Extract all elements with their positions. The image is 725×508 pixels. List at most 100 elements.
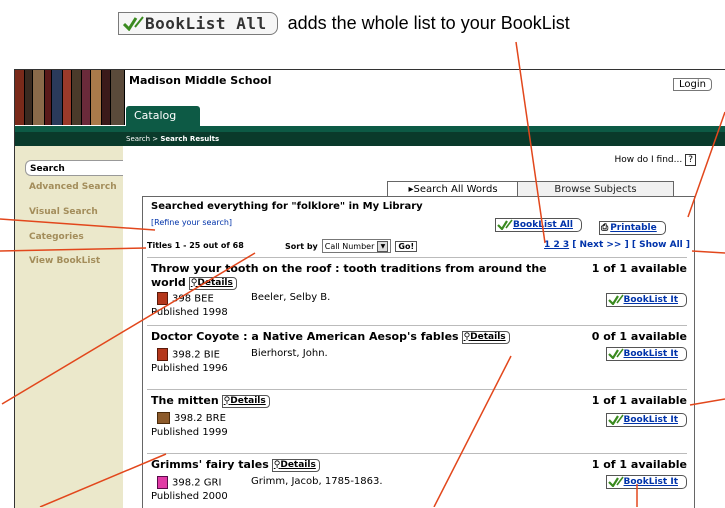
call-number: 398.2 BRE — [157, 412, 226, 424]
call-number: 398.2 GRI — [157, 476, 221, 489]
breadcrumb: Search > Search Results — [126, 132, 219, 146]
details-button[interactable]: ⚲ Details — [188, 276, 237, 290]
sidebar-item-view-booklist[interactable]: View BookList — [29, 256, 100, 266]
next-link[interactable]: [ Next >> ] — [572, 240, 628, 250]
tab-search-all-words-label: Search All Words — [413, 184, 498, 195]
item-title[interactable]: The mitten — [151, 394, 219, 407]
show-all-link[interactable]: [ Show All ] — [632, 240, 690, 250]
item-title-block: Throw your tooth on the roof : tooth tra… — [151, 262, 581, 290]
call-number-value: 398 BEE — [172, 293, 214, 305]
booklist-it-label: BookList It — [623, 476, 678, 487]
booklist-it-label: BookList It — [623, 294, 678, 305]
availability: 1 of 1 available — [591, 394, 687, 407]
list-item: Doctor Coyote : a Native American Aesop'… — [147, 325, 687, 388]
booklist-it-wrap: BookList It — [605, 472, 687, 491]
page-links[interactable]: 1 2 3 — [544, 240, 569, 250]
chevron-down-icon: ▼ — [377, 240, 389, 252]
booklist-it-button[interactable]: BookList It — [605, 412, 687, 427]
breadcrumb-current: Search Results — [160, 135, 220, 143]
checkmark-pen-icon — [497, 219, 513, 230]
booklist-it-wrap: BookList It — [605, 410, 687, 429]
caption: BookList All adds the whole list to your… — [118, 8, 570, 38]
call-number-value: 398.2 BIE — [172, 349, 220, 361]
checkmark-pen-icon — [607, 348, 624, 359]
list-item: Grimms' fairy tales ⚲ Details 1 of 1 avail… — [147, 453, 687, 508]
sort-select[interactable]: Call Number ▼ — [321, 239, 392, 253]
details-button[interactable]: ⚲ Details — [271, 458, 320, 472]
sidebar-item-search[interactable]: Search — [25, 160, 123, 176]
availability: 1 of 1 available — [591, 262, 687, 275]
titles-count: Titles 1 - 25 out of 68 — [147, 241, 244, 250]
published: Published 1999 — [151, 427, 228, 438]
printable-wrap: ⎙ Printable — [599, 215, 666, 235]
booklist-it-wrap: BookList It — [605, 344, 687, 363]
results-panel: Searched everything for "folklore" in My… — [142, 196, 695, 508]
published: Published 1998 — [151, 307, 228, 318]
booklist-it-button[interactable]: BookList It — [605, 474, 687, 489]
tab-browse-subjects[interactable]: Browse Subjects — [517, 181, 674, 197]
sidebar — [15, 146, 123, 508]
book-icon — [157, 348, 168, 361]
booklist-it-button[interactable]: BookList It — [605, 346, 687, 361]
breadcrumb-separator: > — [150, 135, 161, 143]
school-name: Madison Middle School — [129, 74, 272, 87]
details-button[interactable]: ⚲ Details — [221, 394, 270, 408]
breadcrumb-bar — [15, 132, 725, 146]
magnifier-icon: ⚲ — [190, 277, 198, 288]
book-icon — [157, 292, 168, 305]
printable-label: Printable — [610, 223, 657, 233]
published: Published 1996 — [151, 363, 228, 374]
sort-controls: Sort by Call Number ▼ Go! — [285, 239, 418, 253]
author: Grimm, Jacob, 1785-1863. — [251, 476, 383, 487]
catalog-screenshot: Madison Middle School Login Catalog Sear… — [14, 69, 725, 508]
availability: 1 of 1 available — [591, 458, 687, 471]
call-number-value: 398.2 BRE — [174, 413, 226, 424]
details-label: Details — [197, 277, 233, 288]
refine-search-link[interactable]: [Refine your search] — [151, 218, 232, 227]
tab-catalog[interactable]: Catalog — [126, 106, 200, 126]
item-title-block: Grimms' fairy tales ⚲ Details — [151, 458, 581, 472]
item-title-block: The mitten ⚲ Details — [151, 394, 581, 408]
go-button[interactable]: Go! — [395, 240, 418, 252]
booklist-all-label: BookList All — [513, 219, 573, 230]
printer-icon: ⎙ — [601, 223, 609, 233]
magazine-icon — [157, 476, 168, 489]
help-text: How do I find... — [614, 155, 683, 165]
booklist-all-button[interactable]: BookList All — [495, 217, 582, 232]
login-button[interactable]: Login — [673, 78, 712, 91]
details-button[interactable]: ⚲ Details — [461, 330, 510, 344]
booklist-all-sample-label: BookList All — [145, 13, 267, 33]
published: Published 2000 — [151, 491, 228, 502]
item-title[interactable]: Grimms' fairy tales — [151, 458, 269, 471]
caption-text: adds the whole list to your BookList — [287, 12, 570, 33]
sidebar-item-visual-search[interactable]: Visual Search — [29, 207, 98, 217]
pager: 1 2 3 [ Next >> ] [ Show All ] — [544, 240, 690, 250]
booklist-all-wrap: BookList All — [495, 215, 582, 234]
breadcrumb-search-link[interactable]: Search — [126, 135, 150, 143]
booklist-it-label: BookList It — [623, 414, 678, 425]
call-number: 398 BEE — [157, 292, 214, 305]
details-label: Details — [280, 459, 316, 470]
search-summary: Searched everything for "folklore" in My… — [151, 201, 423, 212]
help-prompt: How do I find...? — [614, 154, 696, 166]
list-item: The mitten ⚲ Details 1 of 1 available 398.… — [147, 389, 687, 452]
tab-search-all-words[interactable]: ▸Search All Words — [387, 181, 519, 197]
help-button[interactable]: ? — [685, 154, 696, 166]
sidebar-item-categories[interactable]: Categories — [29, 232, 84, 242]
details-label: Details — [230, 395, 266, 406]
checkmark-pen-icon — [607, 476, 624, 487]
call-number: 398.2 BIE — [157, 348, 220, 361]
details-label: Details — [470, 331, 506, 342]
sidebar-item-advanced-search[interactable]: Advanced Search — [29, 182, 117, 192]
bookshelf-banner — [15, 70, 125, 125]
item-title[interactable]: Doctor Coyote : a Native American Aesop'… — [151, 330, 459, 343]
booklist-it-button[interactable]: BookList It — [605, 292, 687, 307]
checkmark-pen-icon — [607, 414, 624, 425]
sort-select-value: Call Number — [324, 241, 375, 251]
printable-button[interactable]: ⎙ Printable — [599, 221, 666, 235]
film-icon — [157, 412, 170, 424]
magnifier-icon: ⚲ — [223, 395, 231, 406]
checkmark-pen-icon — [123, 16, 144, 31]
sort-label: Sort by — [285, 241, 318, 251]
booklist-it-wrap: BookList It — [605, 290, 687, 309]
